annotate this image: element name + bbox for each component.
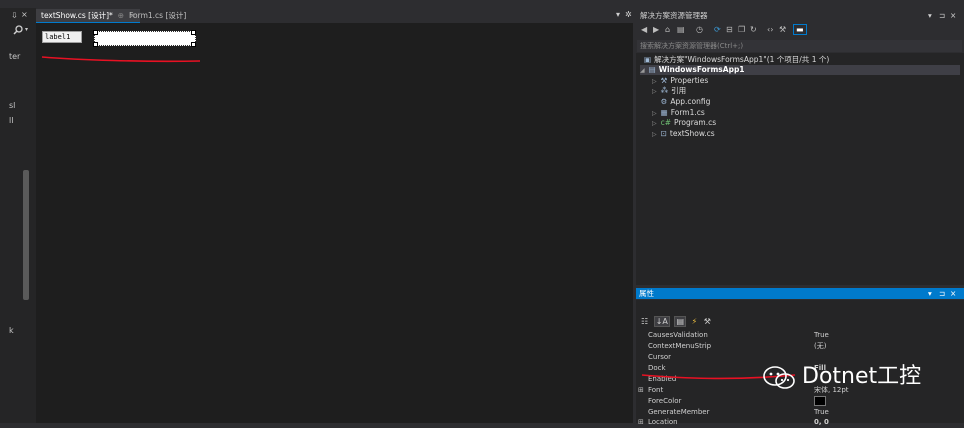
tab-list-dropdown-icon[interactable]: ▾ [616, 10, 620, 19]
left-panel-text: ll [9, 116, 14, 125]
close-icon[interactable]: × [950, 288, 956, 299]
wrench-icon: ⚒ [660, 76, 668, 85]
collapsed-arrow-icon[interactable]: ▷ [652, 88, 657, 95]
resize-handle[interactable] [93, 30, 98, 35]
alphabetical-icon[interactable]: ↓A [653, 316, 670, 327]
wechat-icon [763, 366, 795, 389]
properties-toolbar: ☷ ↓A ▤ ⚡ ⚒ [640, 316, 714, 328]
solution-icon: ▣ [644, 55, 652, 64]
properties-header: 属性 ▾ ⊐ × [636, 288, 964, 299]
search-icon[interactable] [13, 25, 23, 35]
solution-tree: ▣ 解决方案"WindowsFormsApp1"(1 个项目/共 1 个) ◢ ▤ W… [636, 53, 964, 285]
tree-node-form1[interactable]: ▷ ▦ Form1.cs [652, 108, 705, 118]
show-all-files-icon[interactable]: ❐ [738, 25, 745, 34]
close-icon[interactable]: × [950, 9, 956, 23]
panel-dropdown-icon[interactable]: ▾ [928, 288, 932, 299]
tree-node-app-config[interactable]: ▷⚙App.config [652, 97, 711, 107]
csharp-file-icon: c# [660, 118, 672, 127]
preview-selected-icon[interactable]: ▬ [793, 24, 807, 35]
textbox-control[interactable] [93, 30, 196, 47]
tree-node-references[interactable]: ▷ ⁂ 引用 [652, 86, 686, 96]
auto-hide-icon[interactable]: ⊐ [939, 9, 945, 23]
switch-views-icon[interactable]: ▤ [677, 25, 685, 34]
color-swatch [814, 396, 826, 406]
tab-form1-designer[interactable]: Form1.cs [设计] [124, 9, 191, 22]
tab-label: textShow.cs [设计]* [41, 11, 113, 20]
solution-explorer-toolbar: ◀ ▶ ⌂ ▤ ◷ ⟳ ⊟ ❐ ↻ ‹› ⚒ ▬ [636, 23, 964, 39]
property-pages-icon[interactable]: ⚒ [703, 317, 712, 326]
left-tool-panel: ⇩ × ▾ ter sl ll k [0, 8, 36, 423]
left-panel-text: ter [9, 52, 21, 61]
forward-icon[interactable]: ▶ [653, 25, 659, 34]
document-tab-strip: textShow.cs [设计]* ⊕ × Form1.cs [设计] ▾ ✲ [36, 9, 634, 23]
solution-search-input[interactable]: 搜索解决方案资源管理器(Ctrl+;) [637, 40, 962, 52]
panel-pin-icon[interactable]: ⇩ [11, 11, 18, 20]
properties-wrench-icon[interactable]: ⚒ [779, 25, 786, 34]
solution-explorer-header: 解决方案资源管理器 ▾ ⊐ × [636, 9, 964, 23]
property-row[interactable]: ContextMenuStrip (无) [636, 341, 964, 352]
tree-node-properties[interactable]: ▷ ⚒ Properties [652, 76, 708, 86]
resize-handle[interactable] [191, 42, 196, 47]
form-icon: ▦ [660, 108, 668, 117]
left-panel-text: sl [9, 101, 16, 110]
collapse-all-icon[interactable]: ⊟ [726, 25, 733, 34]
expanded-arrow-icon[interactable]: ◢ [640, 67, 645, 74]
tree-node-textshow[interactable]: ▷ ⊡ textShow.cs [652, 129, 715, 139]
categorized-icon[interactable]: ☷ [640, 317, 649, 326]
property-row[interactable]: ForeColor [636, 396, 964, 407]
resize-handle[interactable] [93, 42, 98, 47]
view-code-icon[interactable]: ‹› [767, 25, 773, 34]
properties-view-icon[interactable]: ▤ [674, 316, 687, 327]
property-row[interactable]: CausesValidation True [636, 330, 964, 341]
expand-icon[interactable]: ⊞ [638, 385, 644, 396]
resize-handle[interactable] [191, 30, 196, 35]
csharp-project-icon: ▤ [648, 65, 656, 74]
gear-icon[interactable]: ✲ [625, 10, 632, 19]
left-panel-scrollbar[interactable] [23, 170, 29, 300]
panel-close-icon[interactable]: × [21, 10, 28, 19]
references-icon: ⁂ [660, 86, 669, 95]
search-dropdown-icon[interactable]: ▾ [25, 26, 28, 33]
sync-icon[interactable]: ⟳ [714, 25, 721, 34]
user-control-icon: ⊡ [660, 129, 667, 138]
auto-hide-icon[interactable]: ⊐ [939, 288, 945, 299]
panel-dropdown-icon[interactable]: ▾ [928, 9, 932, 23]
pending-changes-icon[interactable]: ◷ [696, 25, 703, 34]
events-icon[interactable]: ⚡ [691, 317, 699, 326]
collapsed-arrow-icon[interactable]: ▷ [652, 110, 657, 117]
watermark-text: Dotnet工控 [802, 364, 922, 389]
tree-node-solution[interactable]: ▣ 解决方案"WindowsFormsApp1"(1 个项目/共 1 个) [644, 55, 829, 65]
label1-control[interactable]: label1 [42, 31, 82, 43]
tab-label: Form1.cs [设计] [129, 11, 187, 20]
form-designer-surface[interactable]: label1 [36, 23, 633, 423]
red-underline-annotation [41, 56, 201, 63]
solution-explorer-title: 解决方案资源管理器 [640, 11, 708, 20]
collapsed-arrow-icon[interactable]: ▷ [652, 120, 657, 127]
back-icon[interactable]: ◀ [641, 25, 647, 34]
properties-title: 属性 [639, 289, 654, 298]
collapsed-arrow-icon[interactable]: ▷ [652, 78, 657, 85]
refresh-icon[interactable]: ↻ [750, 25, 757, 34]
config-file-icon: ⚙ [660, 97, 668, 106]
left-panel-text: k [9, 326, 14, 335]
tree-node-program[interactable]: ▷ c# Program.cs [652, 118, 716, 128]
collapsed-arrow-icon[interactable]: ▷ [652, 131, 657, 138]
home-icon[interactable]: ⌂ [665, 25, 670, 34]
tree-node-project[interactable]: ◢ ▤ WindowsFormsApp1 [640, 65, 960, 75]
